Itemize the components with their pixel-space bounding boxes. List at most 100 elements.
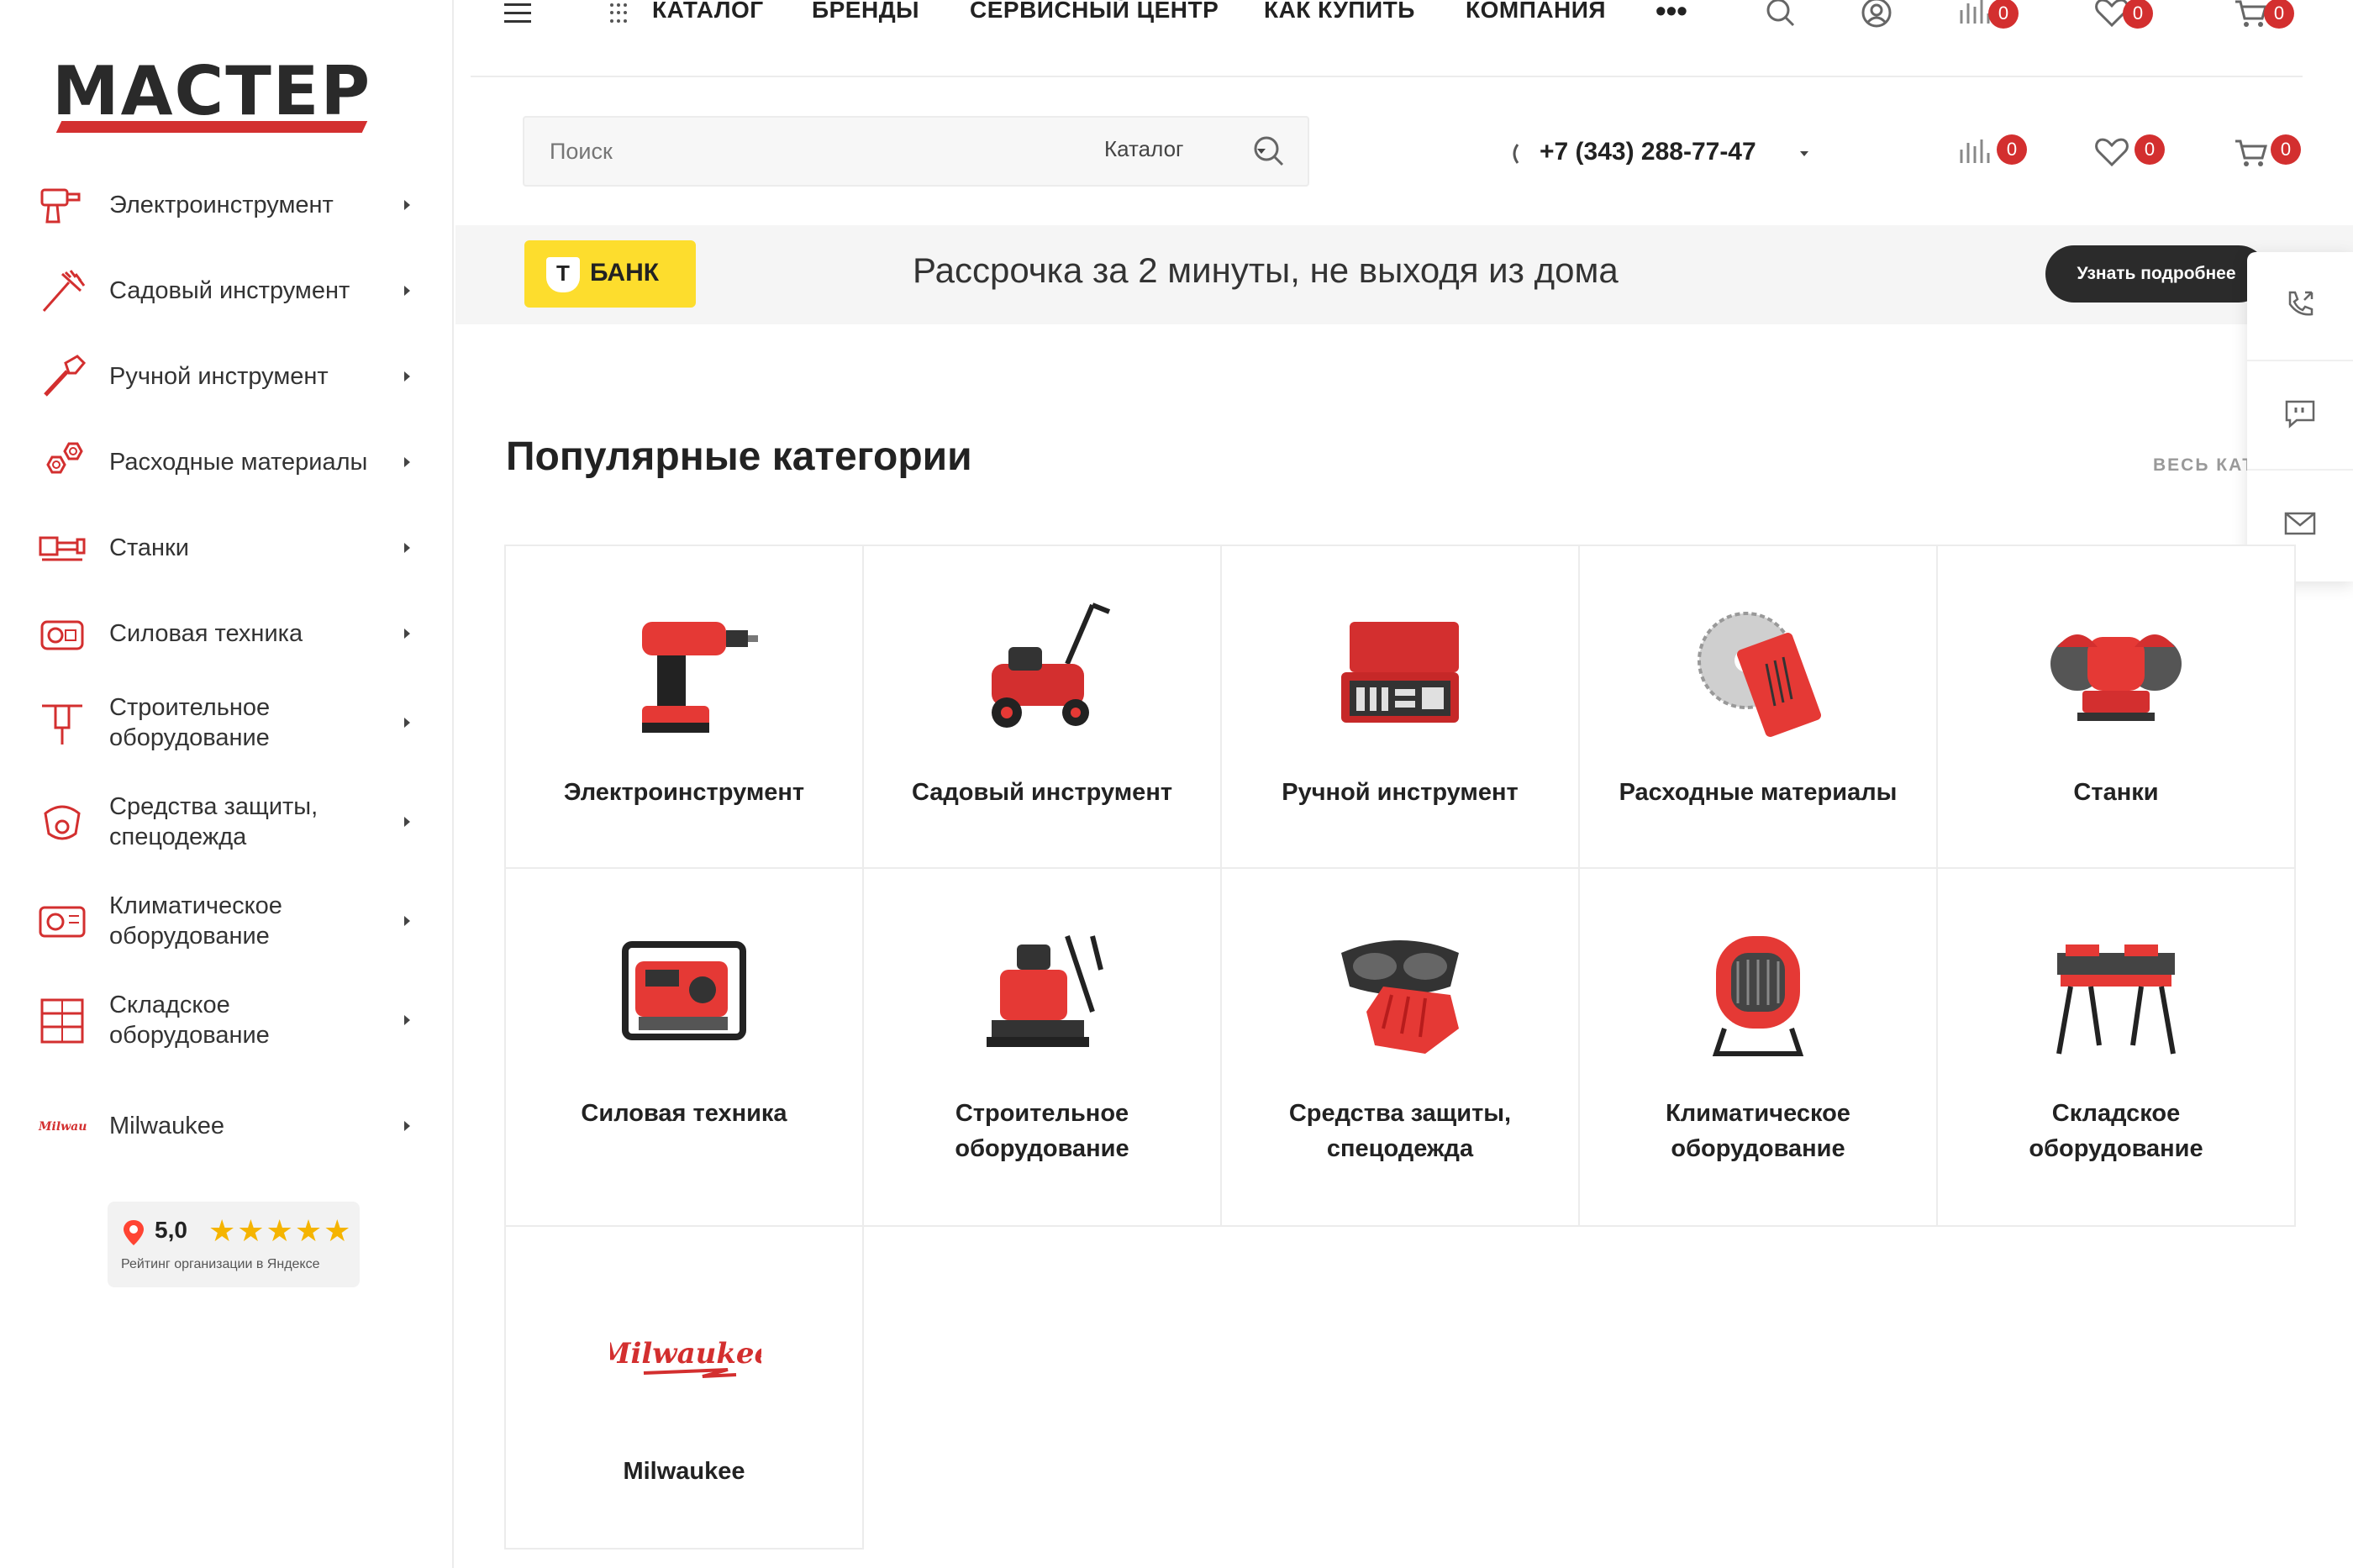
search-submit-icon[interactable] <box>1252 134 1286 172</box>
compare-icon[interactable] <box>1958 138 1992 169</box>
category-card-power-tools[interactable]: Электроинструмент <box>504 545 864 869</box>
logo-text: МАСТЕР <box>52 52 372 130</box>
chevron-right-icon <box>404 1121 410 1131</box>
sidebar-item-label: Расходные материалы <box>109 449 368 476</box>
sidebar-item-power-equipment[interactable]: Силовая техника <box>34 605 420 662</box>
category-label: Электроинструмент <box>563 779 805 806</box>
callback-button[interactable] <box>2247 252 2353 361</box>
category-card-climate[interactable]: Климатическое оборудование <box>1578 867 1938 1227</box>
section-title: Популярные категории <box>506 434 972 479</box>
category-card-warehouse[interactable]: Складское оборудование <box>1936 867 2296 1227</box>
chevron-right-icon <box>404 1015 410 1025</box>
nav-how-to-buy[interactable]: КАК КУПИТЬ <box>1264 0 1415 24</box>
rake-icon <box>34 262 91 319</box>
yandex-rating-widget[interactable]: 5,0 ★★★★★ Рейтинг организации в Яндексе <box>108 1202 360 1287</box>
sidebar-item-label: Ручной инструмент <box>109 363 329 390</box>
category-label: Складское <box>2051 1100 2181 1127</box>
category-label: Силовая техника <box>581 1100 787 1127</box>
site-logo[interactable]: МАСТЕР <box>52 54 371 134</box>
sidebar-item-machines[interactable]: Станки <box>34 519 420 576</box>
sidebar-item-label: Садовый инструмент <box>109 277 350 304</box>
nav-service-center[interactable]: СЕРВИСНЫЙ ЦЕНТР <box>970 0 1219 24</box>
category-label: Средства защиты, <box>1288 1100 1512 1127</box>
category-card-machines[interactable]: Станки <box>1936 545 2296 869</box>
nav-catalog[interactable]: КАТАЛОГ <box>652 0 764 24</box>
search-icon[interactable] <box>1765 0 1797 33</box>
chevron-right-icon <box>404 286 410 296</box>
all-catalog-link[interactable]: ВЕСЬ КАТ <box>2153 455 2247 476</box>
sidebar-item-label: Средства защиты, спецодежда <box>109 793 318 850</box>
sidebar-item-milwaukee[interactable]: Milwaukee Milwaukee <box>34 1097 420 1155</box>
installment-banner[interactable]: Т БАНК Рассрочка за 2 минуты, не выходя … <box>455 225 2353 324</box>
search-input[interactable] <box>550 134 1054 168</box>
compare-count-badge: 0 <box>1988 0 2019 29</box>
drill-icon <box>34 176 91 234</box>
sidebar-item-hand-tools[interactable]: Ручной инструмент <box>34 348 420 405</box>
mail-icon <box>2283 510 2317 541</box>
chevron-right-icon <box>404 817 410 827</box>
bench-grinder-image <box>2050 634 2182 721</box>
category-card-milwaukee[interactable]: Milwaukee Milwaukee <box>504 1225 864 1550</box>
lathe-icon <box>34 519 91 576</box>
chevron-down-icon[interactable] <box>1800 151 1808 156</box>
shelving-icon <box>34 992 91 1049</box>
learn-more-button[interactable]: Узнать подробнее <box>2045 245 2267 303</box>
nav-company[interactable]: КОМПАНИЯ <box>1466 0 1606 24</box>
chevron-right-icon <box>404 629 410 639</box>
contact-float-panel <box>2247 252 2353 581</box>
category-card-hand-tools[interactable]: Ручной инструмент <box>1220 545 1580 869</box>
sidebar-item-label: Климатическое оборудование <box>109 892 282 950</box>
category-card-construction[interactable]: Строительное оборудование <box>862 867 1222 1227</box>
sidebar-item-label: Станки <box>109 534 189 561</box>
category-card-consumables[interactable]: Расходные материалы <box>1578 545 1938 869</box>
user-account-icon[interactable] <box>1861 0 1892 33</box>
sidebar-item-consumables[interactable]: Расходные материалы <box>34 434 420 491</box>
compare-icon[interactable] <box>1958 0 1992 29</box>
tbank-logo: Т БАНК <box>524 240 696 308</box>
chevron-right-icon <box>404 457 410 467</box>
category-card-garden-tools[interactable]: Садовый инструмент <box>862 545 1222 869</box>
cart-count-badge: 0 <box>2271 134 2301 165</box>
jackhammer-icon <box>34 694 91 751</box>
category-label: Строительное <box>955 1100 1129 1127</box>
sidebar-item-protection[interactable]: Средства защиты, спецодежда <box>34 790 420 854</box>
tbank-logo-text: БАНК <box>590 259 660 287</box>
category-label: Климатическое <box>1666 1100 1850 1127</box>
rating-score: 5,0 <box>155 1217 187 1243</box>
plate-compactor-image <box>987 935 1103 1047</box>
nav-more-button[interactable]: ••• <box>1656 0 1687 29</box>
heart-icon[interactable] <box>2094 138 2129 171</box>
goggles-gloves-image <box>1341 940 1459 1054</box>
wrench-icon <box>34 348 91 405</box>
category-card-power-equipment[interactable]: Силовая техника <box>504 867 864 1227</box>
category-label: Milwaukee <box>623 1458 745 1485</box>
sidebar-item-warehouse[interactable]: Складское оборудование <box>34 988 420 1052</box>
fan-heater-image <box>1712 936 1804 1056</box>
chevron-right-icon <box>404 916 410 926</box>
search-scope-select[interactable]: Каталог <box>1104 136 1184 162</box>
lawn-mower-image <box>992 602 1111 728</box>
category-card-protection[interactable]: Средства защиты, спецодежда <box>1220 867 1580 1227</box>
cart-count-badge: 0 <box>2264 0 2294 29</box>
phone-number[interactable]: +7 (343) 288-77-47 <box>1540 138 1756 166</box>
nuts-icon <box>34 434 91 491</box>
cart-icon[interactable] <box>2234 138 2269 172</box>
nav-brands[interactable]: БРЕНДЫ <box>812 0 919 24</box>
sidebar-item-construction[interactable]: Строительное оборудование <box>34 691 420 755</box>
review-button[interactable] <box>2247 361 2353 471</box>
category-label: Станки <box>2073 779 2159 806</box>
logo-underline <box>55 121 368 133</box>
sidebar-item-label: Складское оборудование <box>109 992 270 1049</box>
category-label: оборудование <box>2029 1135 2203 1162</box>
milwaukee-logo-image: Milwaukee <box>610 1337 761 1378</box>
generator-icon <box>34 605 91 662</box>
sidebar-item-power-tools[interactable]: Электроинструмент <box>34 176 420 234</box>
sidebar: МАСТЕР Электроинструмент Садовый инструм… <box>0 0 454 1568</box>
hamburger-menu-icon[interactable] <box>504 3 531 29</box>
sidebar-item-garden-tools[interactable]: Садовый инструмент <box>34 262 420 319</box>
milwaukee-logo-icon: Milwaukee <box>34 1097 91 1155</box>
sidebar-item-climate[interactable]: Климатическое оборудование <box>34 889 420 953</box>
compare-count-badge: 0 <box>1997 134 2027 165</box>
category-label: Ручной инструмент <box>1282 779 1519 806</box>
search-bar: Каталог <box>523 116 1309 187</box>
